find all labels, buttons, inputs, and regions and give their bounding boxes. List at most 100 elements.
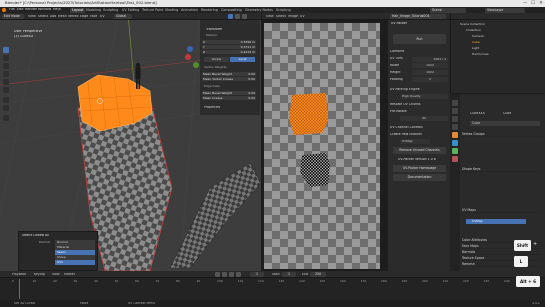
- end-frame-field[interactable]: 250: [310, 272, 326, 277]
- local-space-button[interactable]: Local: [230, 57, 255, 62]
- edge-bevel-weight-field[interactable]: Mean Bevel Weight 0.00: [202, 91, 256, 95]
- view-layer-selector[interactable]: ViewLayer: [485, 7, 525, 13]
- mode-selector[interactable]: Edit Mode: [2, 14, 24, 19]
- menu-window[interactable]: Window: [38, 8, 51, 12]
- delimit-option-uvs[interactable]: UVs: [55, 260, 95, 265]
- outliner-item-light[interactable]: Light: [472, 47, 480, 50]
- object-tab-icon[interactable]: [452, 132, 458, 138]
- modifiers-tab-icon[interactable]: [452, 140, 458, 146]
- maximize-button[interactable]: ☐: [530, 1, 536, 7]
- transform-orientation[interactable]: Global: [114, 14, 132, 19]
- close-button[interactable]: ✕: [538, 1, 544, 7]
- workspace-tab-animation[interactable]: Animation: [179, 8, 200, 13]
- median-y-field[interactable]: Y 0.3711 m: [202, 45, 256, 49]
- output-tab-icon[interactable]: [452, 116, 458, 122]
- menu-help[interactable]: Help: [53, 8, 61, 12]
- mean-vertex-crease-field[interactable]: Mean Vertex Crease 0.00: [202, 77, 256, 81]
- mesh-data-tab-icon[interactable]: [452, 148, 458, 154]
- viewport-menu-vertex[interactable]: Vertex: [68, 15, 79, 19]
- workspace-tab-uv-editing[interactable]: UV Editing: [120, 8, 141, 13]
- properties-panel-title[interactable]: Properties: [204, 106, 220, 110]
- move-tool-icon[interactable]: [3, 63, 9, 69]
- outliner-scene-collection[interactable]: Scene Collection: [460, 23, 485, 26]
- section-remesh[interactable]: Remesh: [462, 262, 542, 267]
- uv-menu-image[interactable]: Image: [288, 15, 298, 19]
- select-box-tool-icon[interactable]: [3, 47, 9, 53]
- workspace-tab-compositing[interactable]: Compositing: [219, 8, 244, 13]
- create-channel-checkbox[interactable]: Create new channel: [390, 133, 422, 137]
- measure-tool-icon[interactable]: [3, 105, 9, 111]
- image-name-field[interactable]: Hair_Image_Tutorial004: [390, 14, 446, 19]
- height-field[interactable]: 1024: [412, 70, 448, 75]
- timeline-menu-playback[interactable]: Playback: [12, 273, 26, 277]
- uv-packer-homepage-button[interactable]: UV-Packer Homepage: [393, 165, 446, 172]
- uv-tiles-field[interactable]: 1001 / 1: [412, 57, 448, 62]
- minimize-button[interactable]: —: [522, 1, 528, 7]
- outliner-item-camera[interactable]: Camera: [472, 35, 484, 38]
- viewport-menu-select[interactable]: Select: [38, 15, 48, 19]
- outliner-item-collection[interactable]: Collection: [466, 29, 481, 32]
- workspace-tab-geometry-nodes[interactable]: Geometry Nodes: [243, 8, 275, 13]
- median-x-field[interactable]: X 0.3396 m: [202, 40, 256, 44]
- workspace-tab-rendering[interactable]: Rendering: [199, 8, 220, 13]
- scene-tab-icon[interactable]: [452, 124, 458, 130]
- global-space-button[interactable]: Global: [204, 57, 229, 62]
- section-uv-maps[interactable]: UV Maps: [462, 208, 542, 213]
- material-tab-icon[interactable]: [452, 156, 458, 162]
- workspace-tab-shading[interactable]: Shading: [163, 8, 180, 13]
- workspace-tab-texture-paint[interactable]: Texture Paint: [140, 8, 165, 13]
- viewport-menu-view[interactable]: View: [28, 15, 36, 19]
- mesh-datablock-field[interactable]: Cube: [470, 121, 540, 126]
- quality-dropdown[interactable]: High Quality: [400, 94, 448, 99]
- workspace-tab-sculpting[interactable]: Sculpting: [101, 8, 120, 13]
- menu-edit[interactable]: Edit: [17, 8, 24, 12]
- uv-menu-uv[interactable]: UV: [300, 15, 305, 19]
- menu-render[interactable]: Render: [25, 8, 37, 12]
- remove-unused-channels-button[interactable]: Remove Unused Channels: [393, 147, 446, 154]
- properties-object-name[interactable]: CubeXXX: [470, 112, 485, 116]
- outliner-item-hair[interactable]: HairCurves: [472, 53, 489, 56]
- transform-tool-icon[interactable]: [3, 87, 9, 93]
- annotate-tool-icon[interactable]: [3, 97, 9, 103]
- uv-map-list-item[interactable]: UVMap: [466, 219, 526, 224]
- uv-menu-view[interactable]: View: [266, 15, 274, 19]
- rotation-field[interactable]: 90: [400, 116, 448, 121]
- uv-menu-select[interactable]: Select: [276, 15, 286, 19]
- jump-start-icon[interactable]: [215, 272, 220, 277]
- timeline-menu-marker[interactable]: Marker: [64, 273, 75, 277]
- padding-field[interactable]: 2: [412, 77, 448, 82]
- edge-crease-field[interactable]: Mean Crease 0.00: [202, 96, 256, 100]
- mean-bevel-weight-field[interactable]: Mean Bevel Weight 0.00: [202, 72, 256, 76]
- scene-selector[interactable]: Scene: [430, 7, 466, 13]
- shading-material-icon[interactable]: [235, 14, 240, 19]
- rescale-checkbox[interactable]: Rescale UV Chunks: [390, 103, 421, 107]
- workspace-tab-layout[interactable]: Layout: [70, 7, 86, 13]
- viewport-menu-edge[interactable]: Edge: [80, 15, 88, 19]
- section-shape-keys[interactable]: Shape Keys: [462, 167, 542, 172]
- render-tab-icon[interactable]: [452, 108, 458, 114]
- start-frame-field[interactable]: 1: [282, 272, 296, 277]
- median-z-field[interactable]: Z 0.2215 m: [202, 50, 256, 54]
- playhead[interactable]: [19, 279, 20, 299]
- viewport-menu-uv[interactable]: UV: [100, 15, 105, 19]
- width-field[interactable]: 1024: [412, 63, 448, 68]
- jump-end-icon[interactable]: [236, 272, 241, 277]
- tool-tab-icon[interactable]: [452, 100, 458, 106]
- blender-logo-icon[interactable]: [2, 8, 6, 12]
- scale-tool-icon[interactable]: [3, 79, 9, 85]
- rotate-tool-icon[interactable]: [3, 71, 9, 77]
- combine-checkbox[interactable]: Combine: [390, 50, 404, 54]
- shading-solid-icon[interactable]: [228, 14, 233, 19]
- play-icon[interactable]: [229, 272, 234, 277]
- viewport-menu-mesh[interactable]: Mesh: [58, 15, 67, 19]
- channel-dropdown[interactable]: UVMap: [400, 139, 430, 144]
- cursor-tool-icon[interactable]: [3, 55, 9, 61]
- menu-file[interactable]: File: [9, 8, 15, 12]
- documentation-button[interactable]: Documentation: [393, 174, 446, 181]
- timeline-menu-keying[interactable]: Keying: [34, 273, 45, 277]
- extrude-tool-icon[interactable]: [3, 115, 9, 121]
- section-texture-space[interactable]: Texture Space: [462, 256, 542, 261]
- properties-mesh-name[interactable]: Cube: [503, 112, 511, 116]
- outliner-item-cube[interactable]: Cube: [472, 41, 480, 44]
- run-button[interactable]: Run: [393, 34, 446, 44]
